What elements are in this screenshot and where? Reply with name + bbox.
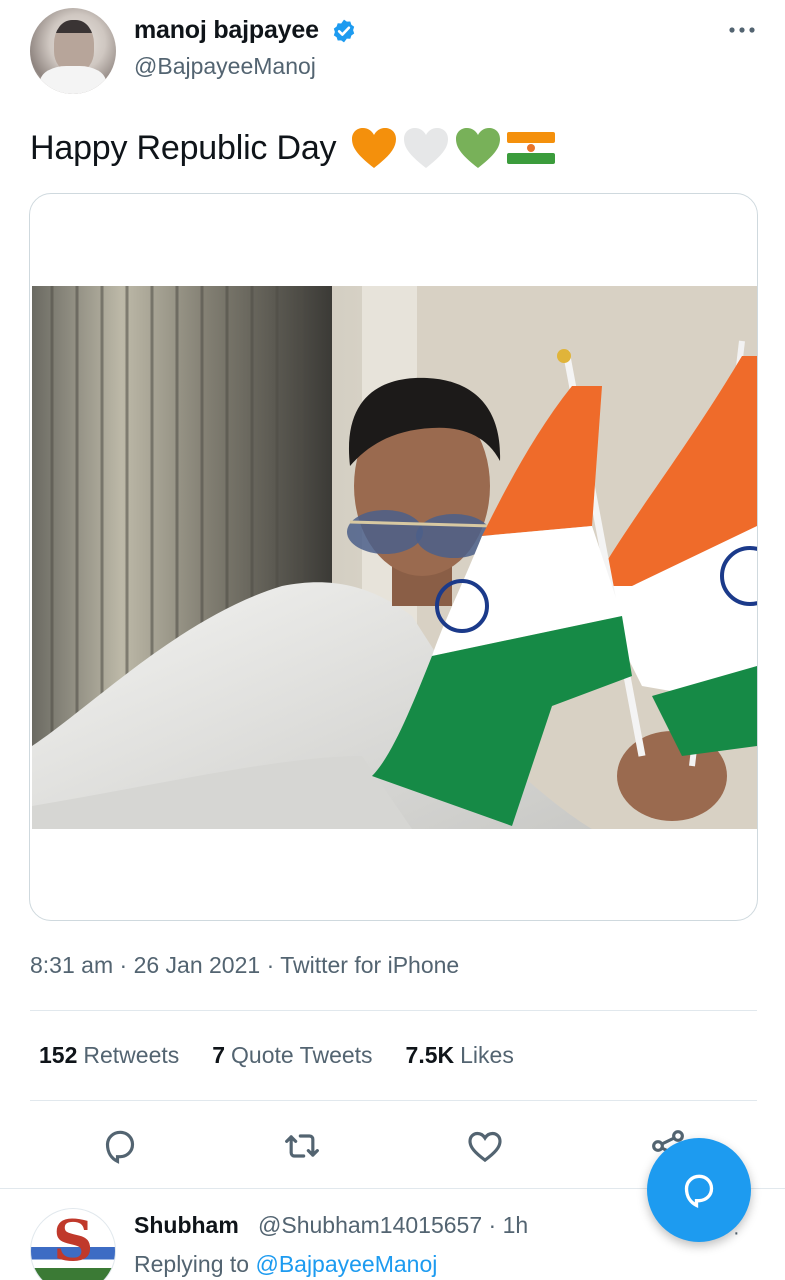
- green-heart-icon: [456, 128, 501, 168]
- retweet-icon[interactable]: [282, 1126, 322, 1166]
- reply-icon[interactable]: [100, 1126, 140, 1166]
- quote-tweets-stat[interactable]: 7 Quote Tweets: [212, 1042, 372, 1069]
- replying-to-line: Replying to @BajpayeeManoj: [134, 1251, 437, 1278]
- tweet-source[interactable]: Twitter for iPhone: [280, 952, 459, 978]
- divider: [30, 1100, 757, 1101]
- tweet-text: Happy Republic Day: [30, 126, 556, 170]
- white-heart-icon: [404, 128, 449, 168]
- reply-author-handle[interactable]: @Shubham14015657 · 1h: [258, 1212, 528, 1239]
- author-avatar[interactable]: [30, 8, 116, 94]
- divider: [30, 1010, 757, 1011]
- replying-to-prefix: Replying to: [134, 1251, 250, 1277]
- avatar-face: [54, 20, 94, 72]
- likes-label: Likes: [460, 1042, 514, 1068]
- like-icon[interactable]: [465, 1126, 505, 1166]
- tweet-meta: 8:31 am · 26 Jan 2021 · Twitter for iPho…: [30, 952, 459, 979]
- retweets-label: Retweets: [83, 1042, 180, 1068]
- likes-stat[interactable]: 7.5K Likes: [406, 1042, 514, 1069]
- quote-count: 7: [212, 1042, 226, 1068]
- retweets-stat[interactable]: 152 Retweets: [39, 1042, 179, 1069]
- reply-author-name[interactable]: Shubham: [134, 1212, 239, 1239]
- tweet-photo[interactable]: [32, 286, 757, 829]
- tweet-text-content: Happy Republic Day: [30, 128, 337, 167]
- media-card[interactable]: [29, 193, 758, 921]
- more-options-icon[interactable]: [727, 20, 757, 40]
- tweet-emojis: [350, 126, 556, 170]
- flag-icon: [507, 132, 556, 164]
- avatar-logo-icon: S: [53, 1208, 94, 1274]
- tweet-header: manoj bajpayee @BajpayeeManoj: [0, 0, 785, 110]
- quote-label: Quote Tweets: [231, 1042, 373, 1068]
- orange-heart-icon: [352, 128, 397, 168]
- compose-reply-button[interactable]: [647, 1138, 751, 1242]
- verified-badge-icon: [333, 19, 355, 43]
- tweet-date[interactable]: 26 Jan 2021: [134, 952, 261, 978]
- retweets-count: 152: [39, 1042, 78, 1068]
- tweet-time[interactable]: 8:31 am: [30, 952, 113, 978]
- likes-count: 7.5K: [405, 1042, 455, 1068]
- replying-to-link[interactable]: @BajpayeeManoj: [255, 1251, 437, 1277]
- author-display-name[interactable]: manoj bajpayee: [134, 16, 319, 45]
- compose-reply-icon: [684, 1174, 714, 1208]
- reply-avatar[interactable]: S: [30, 1208, 116, 1280]
- tweet-stats: 152 Retweets 7 Quote Tweets 7.5K Likes: [39, 1042, 514, 1069]
- author-handle[interactable]: @BajpayeeManoj: [134, 53, 316, 80]
- meta-separator: ·: [119, 952, 128, 978]
- avatar-shirt: [40, 66, 106, 94]
- meta-separator: ·: [266, 952, 275, 978]
